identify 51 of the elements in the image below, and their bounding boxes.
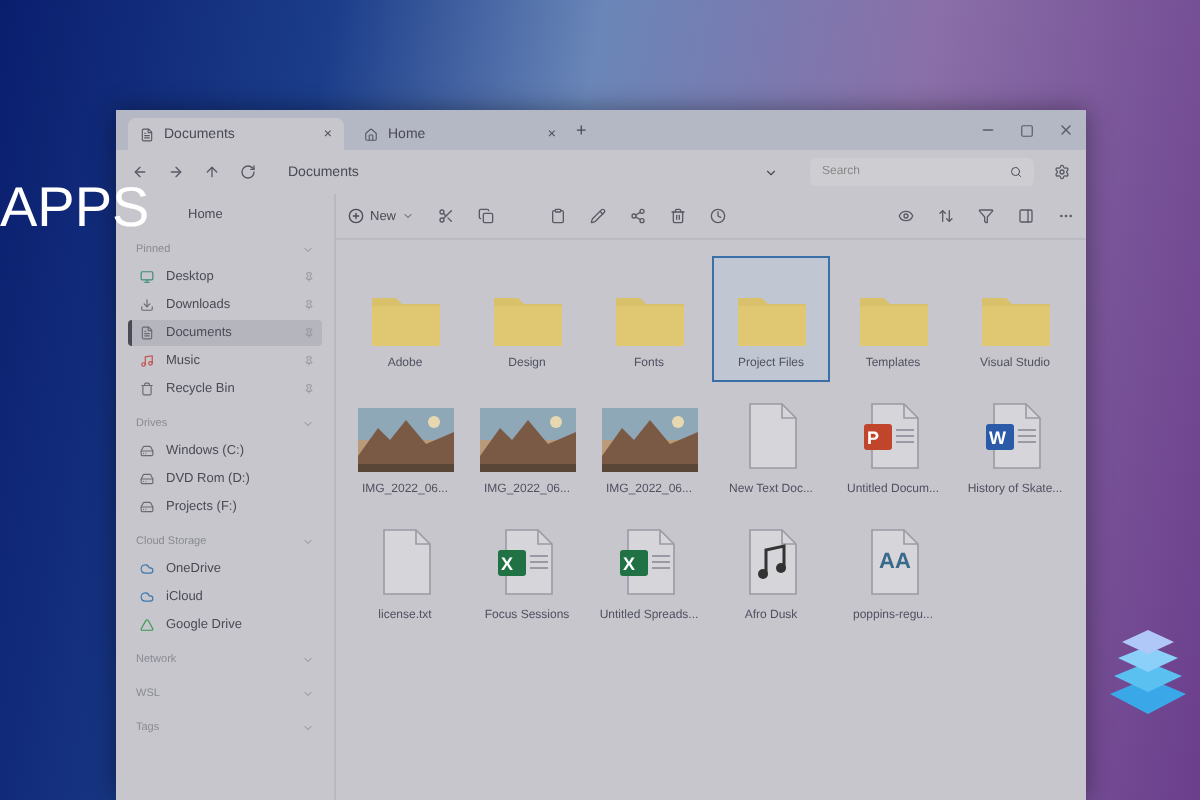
drive-icon: [140, 444, 154, 458]
drive-icon: [140, 472, 154, 486]
chevron-icon: [302, 722, 314, 734]
file-type-letter: W: [989, 428, 1006, 448]
download-icon: [140, 298, 154, 312]
chevron-icon[interactable]: [764, 165, 778, 179]
folder-icon: [493, 292, 561, 346]
plus-icon: [348, 208, 364, 224]
delete-icon[interactable]: [670, 208, 687, 224]
file-type-letter: AA: [879, 550, 911, 574]
file-type-letter: X: [623, 554, 636, 574]
chevron-icon: [302, 688, 314, 700]
folder-icon: [737, 292, 805, 346]
paste-icon[interactable]: [550, 208, 567, 224]
new-tab-button[interactable]: +: [576, 120, 587, 140]
folder-icon: [371, 292, 439, 346]
clock-icon[interactable]: [710, 208, 727, 224]
forward-icon[interactable]: [168, 164, 184, 180]
maximize-icon[interactable]: [1020, 123, 1034, 137]
filter-icon[interactable]: [978, 208, 994, 224]
rename-icon[interactable]: [590, 208, 607, 224]
music-note-icon: [140, 354, 154, 368]
folder-icon: [981, 292, 1049, 346]
file-type-letter: X: [501, 554, 514, 574]
chevron-icon: [302, 536, 314, 548]
triangle-icon: [140, 618, 154, 632]
settings-icon[interactable]: [1054, 164, 1070, 180]
chevron-icon: [302, 418, 314, 430]
layers-logo-icon: [1110, 630, 1186, 718]
trash-icon: [140, 382, 154, 396]
cut-icon[interactable]: [438, 208, 455, 224]
home-icon: [364, 127, 378, 141]
folder-icon: [859, 292, 927, 346]
document-icon: [140, 326, 154, 340]
chevron-icon: [302, 244, 314, 256]
document-icon: [140, 127, 154, 141]
share-icon[interactable]: [630, 208, 647, 224]
monitor-icon: [140, 270, 154, 284]
refresh-icon[interactable]: [240, 164, 256, 180]
view-icon[interactable]: [898, 208, 914, 224]
file-type-letter: P: [867, 428, 880, 448]
sort-icon[interactable]: [938, 208, 954, 224]
copy-icon[interactable]: [478, 208, 495, 224]
drive-icon: [140, 500, 154, 514]
chevron-icon: [302, 654, 314, 666]
panel-icon[interactable]: [1018, 208, 1034, 224]
back-icon[interactable]: [132, 164, 148, 180]
caret-icon: [402, 210, 415, 222]
folder-icon: [615, 292, 683, 346]
up-icon[interactable]: [204, 164, 220, 180]
close-icon[interactable]: [1058, 122, 1074, 138]
